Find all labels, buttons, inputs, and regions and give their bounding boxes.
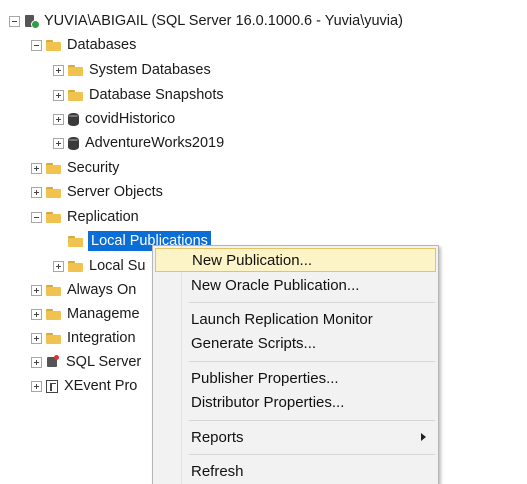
folder-icon (46, 308, 61, 320)
expand-icon[interactable] (31, 356, 42, 368)
tree-node-label: Databases (67, 37, 137, 53)
menu-separator (189, 361, 435, 362)
expand-icon[interactable] (31, 284, 42, 296)
tree-node-server-objects[interactable]: Server Objects (31, 181, 164, 203)
menu-item-new-publication[interactable]: New Publication... (155, 248, 436, 272)
menu-item-label: Refresh (191, 462, 244, 480)
tree-node-label: Database Snapshots (89, 87, 224, 103)
tree-node-label: Local Su (89, 258, 146, 274)
menu-item-generate-scripts[interactable]: Generate Scripts... (155, 331, 436, 355)
xevent-icon (46, 379, 58, 393)
menu-item-label: Generate Scripts... (191, 334, 317, 352)
tree-node-security[interactable]: Security (31, 157, 120, 179)
tree-node-label: Always On (67, 282, 137, 298)
menu-item-distributor-properties[interactable]: Distributor Properties... (155, 390, 436, 414)
folder-icon (68, 64, 83, 76)
menu-item-label: Distributor Properties... (191, 393, 345, 411)
collapse-icon[interactable] (9, 15, 20, 27)
tree-node-xevent-profiler[interactable]: XEvent Pro (31, 375, 138, 397)
tree-node-local-subscriptions[interactable]: Local Su (53, 255, 146, 277)
tree-node-covidhistorico[interactable]: covidHistorico (53, 108, 176, 130)
tree-node-label: System Databases (89, 62, 211, 78)
folder-icon (46, 39, 61, 51)
expand-icon[interactable] (53, 113, 64, 125)
database-icon (68, 136, 79, 150)
sql-agent-icon (46, 355, 60, 369)
tree-node-label: Manageme (67, 306, 140, 322)
folder-icon (68, 260, 83, 272)
expand-icon[interactable] (53, 260, 64, 272)
folder-icon (46, 284, 61, 296)
tree-node-management[interactable]: Manageme (31, 303, 141, 325)
folder-icon (46, 332, 61, 344)
tree-node-databases[interactable]: Databases (31, 34, 137, 56)
tree-node-system-databases[interactable]: System Databases (53, 59, 212, 81)
tree-node-label: AdventureWorks2019 (85, 135, 225, 151)
tree-node-server[interactable]: YUVIA\ABIGAIL (SQL Server 16.0.1000.6 - … (9, 10, 404, 32)
tree-node-label: Integration (67, 330, 136, 346)
tree-node-label: XEvent Pro (64, 378, 138, 394)
expand-icon[interactable] (53, 64, 64, 76)
tree-node-always-on[interactable]: Always On (31, 279, 137, 301)
server-icon (24, 14, 40, 29)
expand-icon[interactable] (31, 186, 42, 198)
submenu-arrow-icon (421, 433, 426, 441)
context-menu: New Publication... New Oracle Publicatio… (152, 245, 439, 484)
tree-node-label: Server Objects (67, 184, 163, 200)
expand-icon[interactable] (31, 162, 42, 174)
tree-node-label: covidHistorico (85, 111, 176, 127)
menu-item-reports[interactable]: Reports (155, 425, 436, 449)
menu-item-new-oracle-publication[interactable]: New Oracle Publication... (155, 273, 436, 297)
collapse-icon[interactable] (31, 39, 42, 51)
menu-item-label: Reports (191, 428, 244, 446)
menu-item-launch-replication-monitor[interactable]: Launch Replication Monitor (155, 307, 436, 331)
menu-separator (189, 454, 435, 455)
folder-icon (46, 186, 61, 198)
tree-node-label: Security (67, 160, 120, 176)
expand-icon[interactable] (31, 332, 42, 344)
tree-node-label: YUVIA\ABIGAIL (SQL Server 16.0.1000.6 - … (44, 13, 403, 29)
menu-item-label: Publisher Properties... (191, 369, 339, 387)
tree-node-database-snapshots[interactable]: Database Snapshots (53, 84, 225, 106)
folder-icon (68, 89, 83, 101)
tree-node-replication[interactable]: Replication (31, 206, 140, 228)
folder-icon (46, 211, 61, 223)
menu-separator (189, 420, 435, 421)
menu-item-label: New Oracle Publication... (191, 276, 360, 294)
database-icon (68, 112, 79, 126)
collapse-icon[interactable] (31, 211, 42, 223)
menu-item-label: New Publication... (192, 251, 313, 269)
menu-item-publisher-properties[interactable]: Publisher Properties... (155, 366, 436, 390)
menu-item-refresh[interactable]: Refresh (155, 459, 436, 483)
expand-icon[interactable] (31, 308, 42, 320)
tree-node-adventureworks2019[interactable]: AdventureWorks2019 (53, 132, 225, 154)
tree-node-integration[interactable]: Integration (31, 327, 137, 349)
tree-node-label: SQL Server (66, 354, 142, 370)
folder-icon (46, 162, 61, 174)
expand-icon[interactable] (53, 137, 64, 149)
expand-icon[interactable] (31, 380, 42, 392)
folder-icon (68, 235, 83, 247)
expand-icon[interactable] (53, 89, 64, 101)
menu-item-label: Launch Replication Monitor (191, 310, 373, 328)
menu-separator (189, 302, 435, 303)
tree-node-sql-server-agent[interactable]: SQL Server (31, 351, 142, 373)
tree-node-label: Replication (67, 209, 139, 225)
